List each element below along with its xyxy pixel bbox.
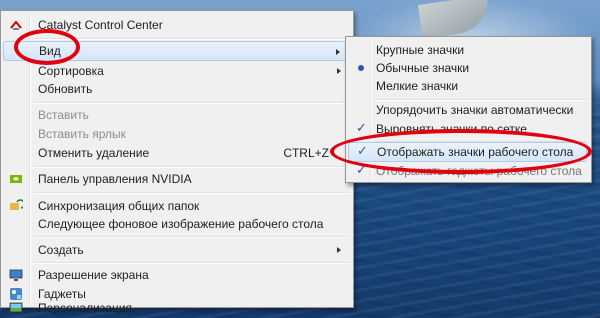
menu-item-medium-icons[interactable]: Обычные значки (348, 58, 587, 78)
menu-item-label: Обновить (38, 82, 93, 96)
submenu-arrow-icon (337, 247, 341, 253)
menu-item-paste: Вставить (3, 105, 349, 125)
menu-item-new[interactable]: Создать (3, 240, 349, 260)
annotation-oval-view (14, 29, 80, 65)
menu-item-label: Вставить ярлык (38, 127, 126, 141)
menu-item-label: Вставить (38, 108, 89, 122)
menu-item-label: Крупные значки (376, 43, 465, 57)
shortcut-label: CTRL+Z (283, 146, 329, 160)
menu-item-auto-arrange[interactable]: Упорядочить значки автоматически (348, 100, 587, 120)
menu-item-label: Создать (38, 243, 84, 257)
menu-item-undo-delete[interactable]: Отменить удаление CTRL+Z (3, 143, 349, 163)
menu-item-label: Отменить удаление (38, 146, 150, 160)
menu-separator (33, 102, 349, 104)
catalyst-icon (10, 20, 22, 30)
menu-item-label: Панель управления NVIDIA (38, 172, 192, 186)
menu-item-label: Синхронизация общих папок (38, 199, 200, 213)
menu-separator (33, 38, 349, 40)
menu-item-label: Упорядочить значки автоматически (376, 103, 574, 117)
menu-separator (33, 166, 349, 168)
menu-item-label: Сортировка (38, 64, 104, 78)
menu-item-nvidia[interactable]: Панель управления NVIDIA (3, 169, 349, 189)
menu-item-label: Следующее фоновое изображение рабочего с… (38, 217, 324, 231)
display-icon (9, 269, 23, 281)
submenu-arrow-icon (337, 68, 341, 74)
personalize-icon (9, 302, 23, 313)
menu-item-large-icons[interactable]: Крупные значки (348, 40, 587, 60)
menu-item-paste-shortcut: Вставить ярлык (3, 124, 349, 144)
menu-item-refresh[interactable]: Обновить (3, 79, 349, 99)
sync-icon (10, 199, 23, 210)
menu-separator (33, 192, 349, 194)
menu-item-screen-resolution[interactable]: Разрешение экрана (3, 265, 349, 285)
menu-item-small-icons[interactable]: Мелкие значки (348, 76, 587, 96)
menu-item-sync-folders[interactable]: Синхронизация общих папок (3, 196, 349, 216)
menu-item-label: Обычные значки (376, 61, 470, 75)
menu-item-next-background[interactable]: Следующее фоновое изображение рабочего с… (3, 214, 349, 234)
nvidia-icon (10, 175, 22, 183)
menu-item-personalize[interactable]: Персонализация (3, 299, 349, 317)
radio-bullet-icon (358, 65, 364, 71)
menu-separator (33, 262, 349, 264)
annotation-oval-show-icons (330, 129, 592, 174)
menu-item-label: Мелкие значки (376, 79, 459, 93)
menu-separator (33, 236, 349, 238)
submenu-arrow-icon (336, 49, 340, 55)
menu-item-label: Персонализация (38, 301, 133, 315)
menu-item-label: Разрешение экрана (38, 268, 149, 282)
wallpaper-bird (417, 0, 493, 39)
